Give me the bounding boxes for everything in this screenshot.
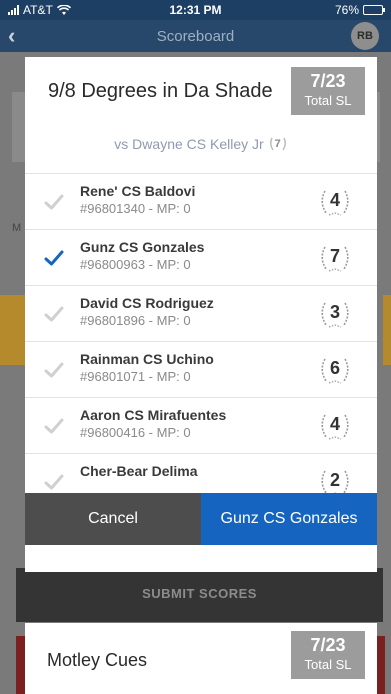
player-name: Rene' CS Baldovi	[80, 183, 196, 199]
modal-actions: Cancel Gunz CS Gonzales	[25, 493, 377, 545]
skill-level: 4	[329, 414, 340, 434]
checkmark-icon	[44, 306, 64, 322]
checkmark-icon	[44, 418, 64, 434]
team-name: Motley Cues	[47, 650, 148, 670]
checkmark-icon	[44, 250, 64, 266]
status-bar: AT&T 12:31 PM 76%	[0, 0, 391, 20]
match-title: 9/8 Degrees in Da Shade	[48, 80, 273, 102]
checkmark-icon	[44, 194, 64, 210]
background-highlight-right	[383, 295, 391, 365]
player-row[interactable]: Cher-Bear Delima 2	[25, 454, 377, 493]
cancel-button[interactable]: Cancel	[25, 493, 201, 545]
avatar[interactable]: RB	[351, 22, 379, 50]
skill-level: 6	[329, 358, 340, 378]
player-meta: #96801071 - MP: 0	[80, 369, 191, 384]
team-total-sl-label: Total SL	[304, 657, 352, 672]
player-meta: #96801896 - MP: 0	[80, 313, 191, 328]
player-name: David CS Rodriguez	[80, 295, 214, 311]
player-name: Aaron CS Mirafuentes	[80, 407, 227, 423]
laurel-icon: 7	[268, 135, 288, 153]
opponent-line: vs Dwayne CS Kelley Jr 7	[25, 135, 377, 153]
team-card: Motley Cues 7/23 Total SL	[25, 623, 377, 694]
player-name: Gunz CS Gonzales	[80, 239, 205, 255]
player-meta: #96801340 - MP: 0	[80, 201, 191, 216]
page-title: Scoreboard	[156, 28, 235, 45]
skill-laurel-icon: 4	[317, 410, 353, 442]
modal-header: 9/8 Degrees in Da Shade 7/23 Total SL vs…	[25, 57, 377, 171]
opponent-text: vs Dwayne CS Kelley Jr	[114, 136, 264, 152]
clock: 12:31 PM	[169, 3, 222, 17]
opponent-skill: 7	[274, 138, 281, 150]
skill-level: 7	[329, 246, 340, 266]
player-row[interactable]: Aaron CS Mirafuentes #96800416 - MP: 0 4	[25, 398, 377, 454]
player-select-modal: 9/8 Degrees in Da Shade 7/23 Total SL vs…	[25, 57, 377, 572]
battery-group: 76%	[334, 3, 385, 17]
skill-level: 4	[329, 190, 340, 210]
skill-laurel-icon: 7	[317, 242, 353, 274]
submit-scores-button[interactable]: SUBMIT SCORES	[16, 568, 383, 622]
total-sl-badge: 7/23 Total SL	[291, 67, 365, 115]
player-row[interactable]: David CS Rodriguez #96801896 - MP: 0 3	[25, 286, 377, 342]
player-list[interactable]: Rene' CS Baldovi #96801340 - MP: 0 4 Gunz C…	[25, 173, 377, 493]
battery-percent: 76%	[334, 3, 359, 17]
checkmark-icon	[44, 362, 64, 378]
confirm-player-button[interactable]: Gunz CS Gonzales	[201, 493, 377, 545]
player-meta: #96800416 - MP: 0	[80, 425, 191, 440]
total-sl-value: 7/23	[310, 71, 346, 91]
skill-level: 2	[329, 470, 340, 490]
team-total-sl-value: 7/23	[310, 635, 346, 655]
skill-laurel-icon: 3	[317, 298, 353, 330]
total-sl-label: Total SL	[304, 93, 352, 108]
skill-laurel-icon: 4	[317, 186, 353, 218]
player-row[interactable]: Gunz CS Gonzales #96800963 - MP: 0 7	[25, 230, 377, 286]
battery-icon	[363, 5, 385, 15]
checkmark-icon	[44, 474, 64, 490]
background-highlight	[0, 295, 26, 365]
player-name: Cher-Bear Delima	[80, 463, 198, 479]
team-total-sl-badge: 7/23 Total SL	[291, 631, 365, 679]
nav-bar: ‹ Scoreboard RB	[0, 20, 391, 52]
skill-laurel-icon: 2	[317, 466, 353, 493]
player-row[interactable]: Rainman CS Uchino #96801071 - MP: 0 6	[25, 342, 377, 398]
player-meta: #96800963 - MP: 0	[80, 257, 191, 272]
skill-laurel-icon: 6	[317, 354, 353, 386]
player-row[interactable]: Rene' CS Baldovi #96801340 - MP: 0 4	[25, 174, 377, 230]
player-name: Rainman CS Uchino	[80, 351, 214, 367]
skill-level: 3	[329, 302, 340, 322]
